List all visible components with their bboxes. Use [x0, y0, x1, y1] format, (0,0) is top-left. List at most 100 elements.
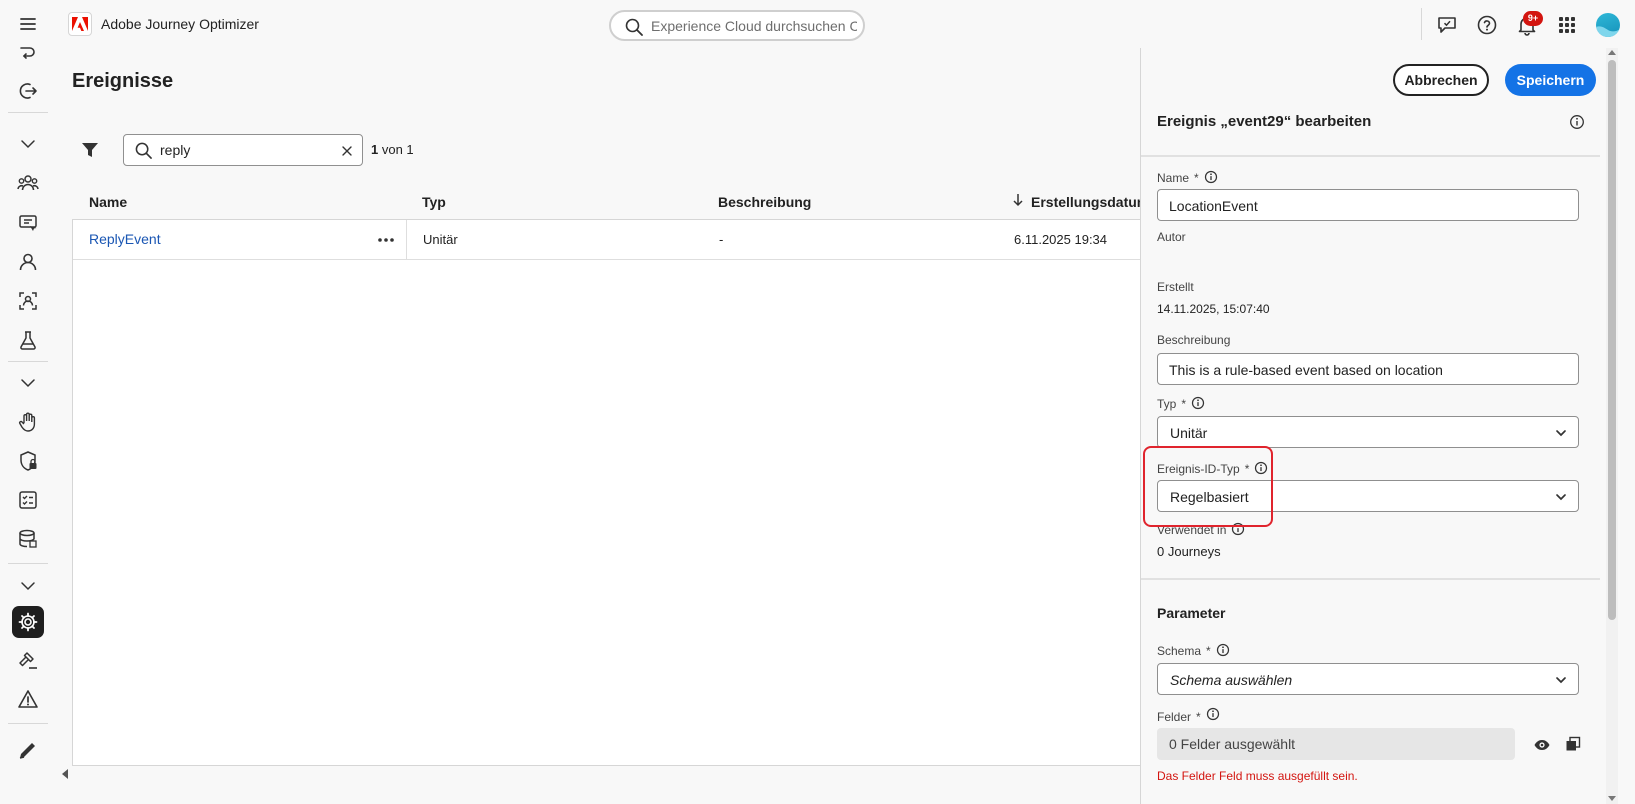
created-value: 14.11.2025, 15:07:40	[1157, 302, 1270, 316]
author-label: Autor	[1157, 230, 1186, 244]
required-marker: *	[1181, 397, 1187, 411]
used-in-value: 0 Journeys	[1157, 544, 1221, 559]
more-actions-icon[interactable]	[375, 231, 397, 249]
required-marker: *	[1196, 710, 1201, 724]
chevron-down-icon[interactable]	[17, 575, 39, 597]
rail-divider	[8, 723, 48, 724]
event-description: -	[719, 232, 724, 247]
left-nav-rail	[0, 47, 56, 804]
description-label: Beschreibung	[1157, 333, 1231, 347]
info-icon[interactable]	[1191, 396, 1205, 410]
events-table: Name Typ Beschreibung Erstellungsdatum R…	[72, 183, 1149, 766]
description-field[interactable]	[1157, 353, 1579, 385]
panel-heading: Ereignis „event29“ bearbeiten	[1157, 113, 1372, 130]
eye-icon[interactable]	[1533, 736, 1551, 754]
privacy-shield-icon[interactable]	[17, 450, 39, 472]
alert-icon[interactable]	[17, 688, 39, 710]
description-input[interactable]	[1169, 361, 1565, 379]
copy-icon[interactable]	[1565, 736, 1581, 752]
experiment-icon[interactable]	[17, 329, 39, 351]
notification-badge: 9+	[1523, 11, 1543, 26]
name-field[interactable]	[1157, 189, 1579, 221]
type-label-text: Typ	[1157, 397, 1177, 411]
offers-icon[interactable]	[17, 212, 39, 234]
top-divider	[1421, 8, 1422, 40]
scrollbar-thumb[interactable]	[1608, 60, 1616, 620]
events-search-input[interactable]	[160, 141, 330, 159]
info-icon[interactable]	[1231, 522, 1245, 536]
event-id-type-select[interactable]: Regelbasiert	[1157, 480, 1579, 512]
chevron-down-icon	[1554, 426, 1568, 440]
scroll-up-arrow-icon[interactable]	[1608, 50, 1616, 55]
identity-icon[interactable]	[17, 290, 39, 312]
schema-label-text: Schema	[1157, 644, 1202, 658]
filter-icon[interactable]	[80, 140, 100, 160]
top-bar: Adobe Journey Optimizer 9+	[0, 0, 1635, 48]
name-input[interactable]	[1169, 197, 1565, 215]
result-count: 1 von 1	[371, 142, 414, 157]
table-row[interactable]: ReplyEvent Unitär - 6.11.2025 19:34	[73, 220, 1141, 260]
journey-icon[interactable]	[17, 42, 39, 64]
adobe-logo-icon[interactable]	[68, 12, 92, 36]
info-icon[interactable]	[1569, 114, 1585, 130]
used-in-label: Verwendet in	[1157, 522, 1245, 537]
created-label: Erstellt	[1157, 280, 1194, 294]
settings-gear-icon[interactable]	[12, 606, 44, 638]
fields-selection-value: 0 Felder ausgewählt	[1169, 736, 1296, 752]
feedback-icon[interactable]	[1436, 14, 1458, 36]
help-icon[interactable]	[1476, 14, 1498, 36]
event-created-date: 6.11.2025 19:34	[1014, 232, 1108, 247]
hamburger-menu-icon[interactable]	[18, 14, 38, 34]
column-header-name[interactable]: Name	[89, 194, 127, 210]
info-icon[interactable]	[1216, 643, 1230, 657]
exit-icon[interactable]	[17, 80, 39, 102]
datasets-icon[interactable]	[17, 528, 39, 550]
fields-selection[interactable]: 0 Felder ausgewählt	[1157, 728, 1515, 760]
chevron-down-icon[interactable]	[17, 133, 39, 155]
rail-divider	[8, 563, 48, 564]
scroll-left-arrow-icon[interactable]	[60, 768, 70, 780]
edit-pencil-icon[interactable]	[17, 739, 39, 761]
edit-event-panel: Abbrechen Speichern Ereignis „event29“ b…	[1140, 48, 1600, 804]
info-icon[interactable]	[1206, 707, 1220, 721]
save-button[interactable]: Speichern	[1505, 64, 1596, 96]
apps-grid-icon[interactable]	[1556, 14, 1578, 36]
event-name-link[interactable]: ReplyEvent	[89, 231, 161, 247]
chevron-down-icon[interactable]	[17, 372, 39, 394]
rail-divider	[8, 361, 48, 362]
global-search[interactable]	[609, 10, 865, 41]
hand-icon[interactable]	[17, 411, 39, 433]
parameters-title: Parameter	[1157, 605, 1226, 621]
panel-scrollbar[interactable]	[1606, 48, 1618, 804]
sort-descending-icon[interactable]	[1012, 193, 1024, 207]
search-icon	[625, 18, 643, 36]
hammer-icon[interactable]	[17, 649, 39, 671]
name-label: Name *	[1157, 170, 1218, 185]
event-id-type-label-text: Ereignis-ID-Typ	[1157, 462, 1240, 476]
event-type: Unitär	[423, 232, 458, 247]
global-search-input[interactable]	[651, 17, 857, 35]
column-header-description[interactable]: Beschreibung	[718, 194, 811, 210]
clear-search-icon[interactable]	[340, 144, 354, 158]
info-icon[interactable]	[1204, 170, 1218, 184]
cancel-button[interactable]: Abbrechen	[1393, 64, 1489, 96]
column-header-created[interactable]: Erstellungsdatum	[1031, 194, 1149, 210]
fields-label-text: Felder	[1157, 710, 1192, 724]
scroll-down-arrow-icon[interactable]	[1608, 796, 1616, 801]
app-title[interactable]: Adobe Journey Optimizer	[101, 16, 259, 32]
type-select[interactable]: Unitär	[1157, 416, 1579, 448]
name-label-text: Name	[1157, 171, 1190, 185]
column-divider	[406, 220, 407, 260]
checklist-icon[interactable]	[17, 489, 39, 511]
type-select-value: Unitär	[1170, 425, 1208, 441]
events-search-field[interactable]	[123, 134, 363, 166]
user-avatar[interactable]	[1596, 13, 1620, 37]
column-header-type[interactable]: Typ	[422, 194, 446, 210]
info-icon[interactable]	[1254, 461, 1268, 475]
schema-select[interactable]: Schema auswählen	[1157, 663, 1579, 695]
audiences-icon[interactable]	[17, 172, 39, 194]
event-id-type-select-value: Regelbasiert	[1170, 489, 1249, 505]
event-id-type-label: Ereignis-ID-Typ *	[1157, 461, 1268, 476]
profile-icon[interactable]	[17, 251, 39, 273]
panel-divider	[1141, 578, 1600, 580]
